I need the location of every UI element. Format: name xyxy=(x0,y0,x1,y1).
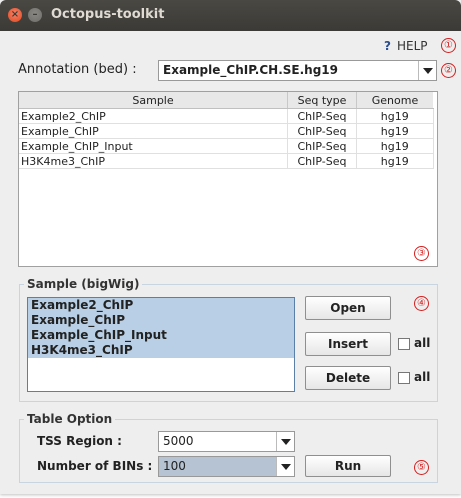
marker-3: ③ xyxy=(414,246,429,261)
tss-region-label: TSS Region : xyxy=(37,434,122,448)
table-row[interactable]: Example_ChIP ChIP-Seq hg19 xyxy=(19,123,434,139)
cell-seq-type: ChIP-Seq xyxy=(287,123,357,139)
cell-seq-type: ChIP-Seq xyxy=(287,138,357,154)
table-option-title: Table Option xyxy=(24,412,116,426)
table-row[interactable]: Example2_ChIP ChIP-Seq hg19 xyxy=(19,108,434,124)
marker-5: ⑤ xyxy=(414,460,429,475)
marker-1: ① xyxy=(441,38,456,53)
run-button[interactable]: Run xyxy=(305,455,391,477)
delete-all-checkbox[interactable] xyxy=(398,372,410,384)
list-item[interactable]: H3K4me3_ChIP xyxy=(28,343,294,358)
annotation-value: Example_ChIP.CH.SE.hg19 xyxy=(163,63,338,77)
bins-label: Number of BINs : xyxy=(37,459,153,473)
list-item[interactable]: Example_ChIP xyxy=(28,313,294,328)
title-bar: × – Octopus-toolkit xyxy=(0,0,461,31)
cell-genome: hg19 xyxy=(356,123,434,139)
cell-genome: hg19 xyxy=(356,108,434,124)
chevron-down-icon[interactable] xyxy=(276,432,294,451)
cell-sample: Example_ChIP_Input xyxy=(19,138,288,154)
list-item[interactable]: Example_ChIP_Input xyxy=(28,328,294,343)
column-header-sample[interactable]: Sample xyxy=(19,92,288,109)
help-button[interactable]: ? HELP xyxy=(384,37,428,55)
table-row[interactable]: H3K4me3_ChIP ChIP-Seq hg19 xyxy=(19,153,434,169)
help-label: HELP xyxy=(396,39,428,53)
table-row[interactable]: Example_ChIP_Input ChIP-Seq hg19 xyxy=(19,138,434,154)
sample-list[interactable]: Example2_ChIP Example_ChIP Example_ChIP_… xyxy=(27,297,295,392)
sample-table: Sample Seq type Genome Example2_ChIP ChI… xyxy=(18,91,438,267)
cell-genome: hg19 xyxy=(356,153,434,169)
list-item[interactable]: Example2_ChIP xyxy=(28,298,294,313)
chevron-down-icon[interactable] xyxy=(418,61,436,80)
window-title: Octopus-toolkit xyxy=(51,7,165,22)
chevron-down-icon[interactable] xyxy=(276,457,294,476)
cell-genome: hg19 xyxy=(356,138,434,154)
tss-region-value: 5000 xyxy=(163,434,194,448)
annotation-select[interactable]: Example_ChIP.CH.SE.hg19 xyxy=(158,60,437,81)
column-header-genome[interactable]: Genome xyxy=(356,92,433,109)
column-header-seq-type[interactable]: Seq type xyxy=(287,92,357,109)
minimize-icon[interactable]: – xyxy=(28,8,42,22)
insert-button[interactable]: Insert xyxy=(305,332,391,356)
cell-seq-type: ChIP-Seq xyxy=(287,153,357,169)
cell-sample: Example_ChIP xyxy=(19,123,288,139)
open-button[interactable]: Open xyxy=(305,296,391,320)
tss-region-select[interactable]: 5000 xyxy=(158,431,295,452)
annotation-label: Annotation (bed) : xyxy=(18,62,137,77)
delete-button[interactable]: Delete xyxy=(305,366,391,390)
marker-2: ② xyxy=(441,63,456,78)
cell-seq-type: ChIP-Seq xyxy=(287,108,357,124)
insert-all-checkbox[interactable] xyxy=(398,338,410,350)
insert-all-label: all xyxy=(414,336,431,350)
sample-panel-title: Sample (bigWig) xyxy=(24,277,143,291)
app-window: × – Octopus-toolkit ? HELP ① Annotation … xyxy=(0,0,461,494)
bins-value: 100 xyxy=(163,459,186,473)
marker-4: ④ xyxy=(414,296,429,311)
bins-select[interactable]: 100 xyxy=(158,456,295,477)
close-icon[interactable]: × xyxy=(8,8,22,22)
cell-sample: H3K4me3_ChIP xyxy=(19,153,288,169)
delete-all-label: all xyxy=(414,370,431,384)
help-icon: ? xyxy=(384,39,391,53)
cell-sample: Example2_ChIP xyxy=(19,108,288,124)
